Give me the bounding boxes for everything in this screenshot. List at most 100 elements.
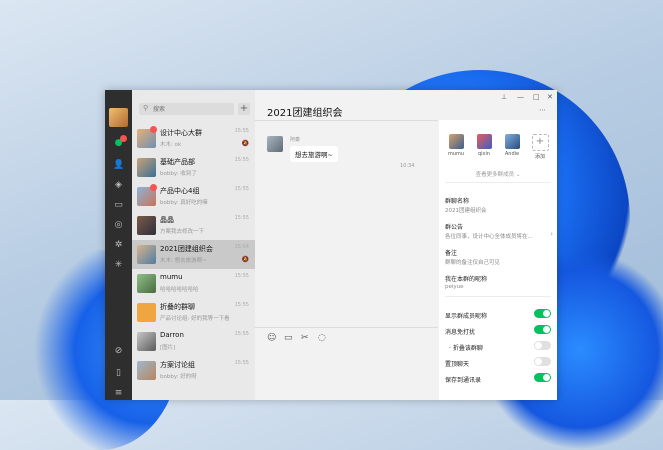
member-avatar [476, 134, 492, 149]
chat-preview: 木木: ok [160, 142, 182, 148]
chat-time: 15:55 [234, 331, 249, 337]
chat-preview: 木木: 想去旅游啊~ [160, 258, 207, 264]
list-item[interactable]: 基础产品部 bobby: 收到了 15:55 [132, 153, 255, 182]
notice-value[interactable]: 各位同事，设计中心全体成员将在... [445, 232, 533, 240]
folder-icon[interactable]: ▭ [284, 333, 293, 343]
list-item[interactable]: 设计中心大群 木木: ok 15:55 🔕 [132, 124, 255, 153]
folder-icon[interactable]: ▭ [113, 200, 124, 211]
message-timestamp: 10:34 [400, 163, 415, 169]
plus-icon: + [531, 134, 549, 151]
box-icon[interactable]: ◈ [113, 180, 124, 191]
chat-preview: bobby: 真好吃的嘛 [160, 200, 208, 206]
pin-toggle[interactable] [534, 357, 551, 366]
mute-icon: 🔕 [241, 140, 249, 147]
mini-program-icon[interactable]: ✳ [113, 260, 124, 271]
unread-badge [150, 126, 157, 133]
folded-chats-icon [137, 303, 156, 322]
chat-bubble-icon[interactable]: ◌ [318, 333, 326, 343]
chat-time: 15:55 [234, 157, 249, 163]
list-item[interactable]: Darron [图片] 15:55 [132, 327, 255, 356]
member[interactable]: mumu [445, 134, 467, 157]
search-input[interactable] [153, 104, 231, 114]
chat-name: Darron [160, 331, 184, 339]
wechat-window: ● 👤 ◈ ▭ ◎ ✲ ✳ ⊘ ▯ ≡ ⚲ + 设计中心大群 木木: ok 15… [105, 90, 557, 400]
more-members-label: 查看更多群成员 [475, 172, 515, 178]
toggle-knob [535, 358, 542, 365]
emoji-icon[interactable]: ☺ [267, 333, 276, 343]
pin-icon[interactable]: ⊥ [501, 93, 507, 101]
group-avatar [137, 245, 156, 264]
maximize-icon[interactable]: □ [533, 93, 540, 101]
list-item[interactable]: 晶晶 方案我去修改一下 15:55 [132, 211, 255, 240]
group-name-value[interactable]: 2021团建组织会 [445, 206, 487, 214]
show-nickname-toggle[interactable] [534, 309, 551, 318]
more-icon[interactable]: ⋯ [539, 106, 546, 114]
more-members-link[interactable]: 查看更多群成员 ⌄ [439, 170, 557, 178]
fold-toggle[interactable] [534, 341, 551, 350]
save-contacts-toggle[interactable] [534, 373, 551, 382]
message-bubble[interactable]: 想去旅游啊~ [290, 146, 338, 162]
add-member-button[interactable]: + 添加 [529, 134, 551, 160]
chat-preview: 方案我去修改一下 [160, 229, 205, 235]
page-title: 2021团建组织会 [267, 108, 343, 119]
toggle-label: 保存到通讯录 [445, 377, 482, 384]
list-item[interactable]: 方案讨论组 bobby: 好的呀 15:55 [132, 356, 255, 385]
list-item[interactable]: 折叠的群聊 产品讨论组: 好的我等一下看 15:55 [132, 298, 255, 327]
menu-icon[interactable]: ≡ [113, 388, 124, 399]
remark-label: 备注 [445, 250, 458, 257]
chat-time: 15:55 [234, 302, 249, 308]
remark-value[interactable]: 群聊的备注仅自己可见 [445, 258, 500, 266]
user-avatar[interactable] [109, 108, 128, 127]
contacts-icon[interactable]: 👤 [113, 160, 124, 171]
group-info-panel: mumu qixin Andie + 添加 查看更多群成员 ⌄ 群聊名称 202… [439, 120, 557, 400]
chat-preview: bobby: 好的呀 [160, 374, 197, 380]
chat-time: 15:55 [234, 186, 249, 192]
list-item-selected[interactable]: 2021团建组织会 木木: 想去旅游啊~ 15:54 🔕 [132, 240, 255, 269]
fold-label: 折叠该群聊 [452, 345, 483, 352]
unread-badge [150, 184, 157, 191]
search-icon: ⚲ [143, 104, 149, 112]
chat-preview: bobby: 收到了 [160, 171, 197, 177]
chat-preview: 哈哈哈哈哈哈哈 [160, 287, 199, 293]
sender-name: 阿秦 [290, 137, 301, 143]
chat-time: 15:55 [234, 360, 249, 366]
toggle-knob [543, 326, 550, 333]
minimize-icon[interactable]: — [517, 93, 524, 101]
chat-name: 折叠的群聊 [160, 303, 195, 311]
chat-name: mumu [160, 273, 183, 281]
divider [445, 296, 551, 297]
chat-time: 15:54 [234, 244, 249, 250]
gear-icon[interactable]: ✲ [113, 240, 124, 251]
contact-avatar [137, 274, 156, 293]
divider [255, 327, 438, 328]
phone-icon[interactable]: ▯ [113, 368, 124, 379]
chevron-right-icon[interactable]: › [550, 230, 553, 238]
toggle-label: · 折叠该群聊 [449, 345, 483, 352]
toggle-label: 显示群成员昵称 [445, 313, 488, 320]
chat-name: 晶晶 [160, 216, 174, 224]
chat-name: 基础产品部 [160, 158, 195, 166]
chat-name: 产品中心4组 [160, 187, 200, 195]
nickname-value[interactable]: peiyue [445, 284, 464, 290]
settings-icon[interactable]: ⊘ [113, 346, 124, 357]
chat-time: 15:55 [234, 273, 249, 279]
search-box[interactable]: ⚲ [139, 103, 234, 115]
mute-toggle[interactable] [534, 325, 551, 334]
contact-avatar [137, 216, 156, 235]
sender-avatar[interactable] [267, 136, 283, 152]
list-item[interactable]: 产品中心4组 bobby: 真好吃的嘛 15:55 [132, 182, 255, 211]
member[interactable]: Andie [501, 134, 523, 157]
toggle-label: 置顶聊天 [445, 361, 470, 368]
moments-icon[interactable]: ◎ [113, 220, 124, 231]
scissors-icon[interactable]: ✂ [301, 333, 309, 343]
list-item[interactable]: mumu 哈哈哈哈哈哈哈 15:55 [132, 269, 255, 298]
add-button[interactable]: + [238, 103, 250, 115]
chat-name: 2021团建组织会 [160, 245, 213, 253]
chat-time: 15:55 [234, 215, 249, 221]
close-icon[interactable]: ✕ [547, 93, 553, 101]
toggle-label: 消息免打扰 [445, 329, 476, 336]
member[interactable]: qixin [473, 134, 495, 157]
member-avatar [504, 134, 520, 149]
nav-rail: ● 👤 ◈ ▭ ◎ ✲ ✳ ⊘ ▯ ≡ [105, 90, 132, 400]
toggle-knob [543, 374, 550, 381]
